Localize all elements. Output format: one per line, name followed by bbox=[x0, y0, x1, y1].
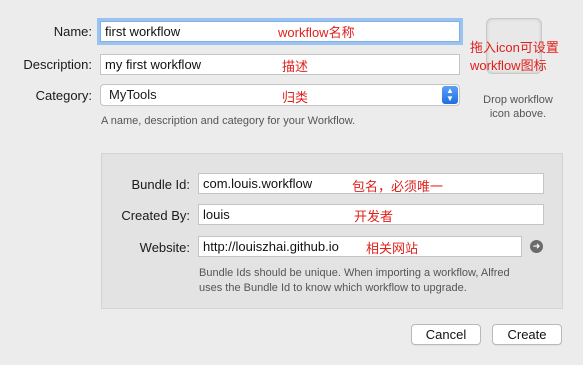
created-by-annotation: 开发者 bbox=[354, 209, 394, 224]
category-label: Category: bbox=[35, 88, 92, 103]
website-field[interactable]: http://louiszhai.github.io bbox=[198, 236, 522, 257]
drop-icon-hint-line2: icon above. bbox=[489, 108, 547, 120]
description-annotation: 描述 bbox=[282, 59, 309, 74]
bundle-hint-line2: uses the Bundle Id to know which workflo… bbox=[199, 282, 467, 294]
create-button[interactable]: Create bbox=[492, 324, 562, 345]
bundle-id-annotation: 包名，必须唯一 bbox=[352, 179, 444, 194]
arrow-right-circle-icon[interactable]: ➜ bbox=[530, 240, 543, 253]
bundle-id-label: Bundle Id: bbox=[131, 177, 190, 192]
drop-icon-hint-line1: Drop workflow bbox=[483, 94, 553, 106]
bundle-hint-line1: Bundle Ids should be unique. When import… bbox=[199, 267, 510, 279]
cancel-button[interactable]: Cancel bbox=[411, 324, 481, 345]
website-annotation: 相关网站 bbox=[366, 241, 419, 256]
chevron-updown-icon: ▲ ▼ bbox=[442, 86, 458, 104]
description-label: Description: bbox=[23, 57, 92, 72]
icon-annotation-line2: workflow图标 bbox=[470, 58, 547, 73]
category-value: MyTools bbox=[109, 87, 157, 102]
name-label: Name: bbox=[53, 24, 92, 39]
website-label: Website: bbox=[139, 240, 190, 255]
category-annotation: 归类 bbox=[282, 90, 309, 105]
created-by-label: Created By: bbox=[121, 208, 190, 223]
website-value: http://louiszhai.github.io bbox=[203, 239, 339, 254]
name-annotation: workflow名称 bbox=[278, 25, 355, 40]
description-field[interactable]: my first workflow bbox=[100, 54, 460, 75]
category-select[interactable]: MyTools ▲ ▼ bbox=[100, 84, 460, 106]
icon-annotation-line1: 拖入icon可设置 bbox=[470, 40, 559, 55]
workflow-hint: A name, description and category for you… bbox=[101, 115, 356, 127]
